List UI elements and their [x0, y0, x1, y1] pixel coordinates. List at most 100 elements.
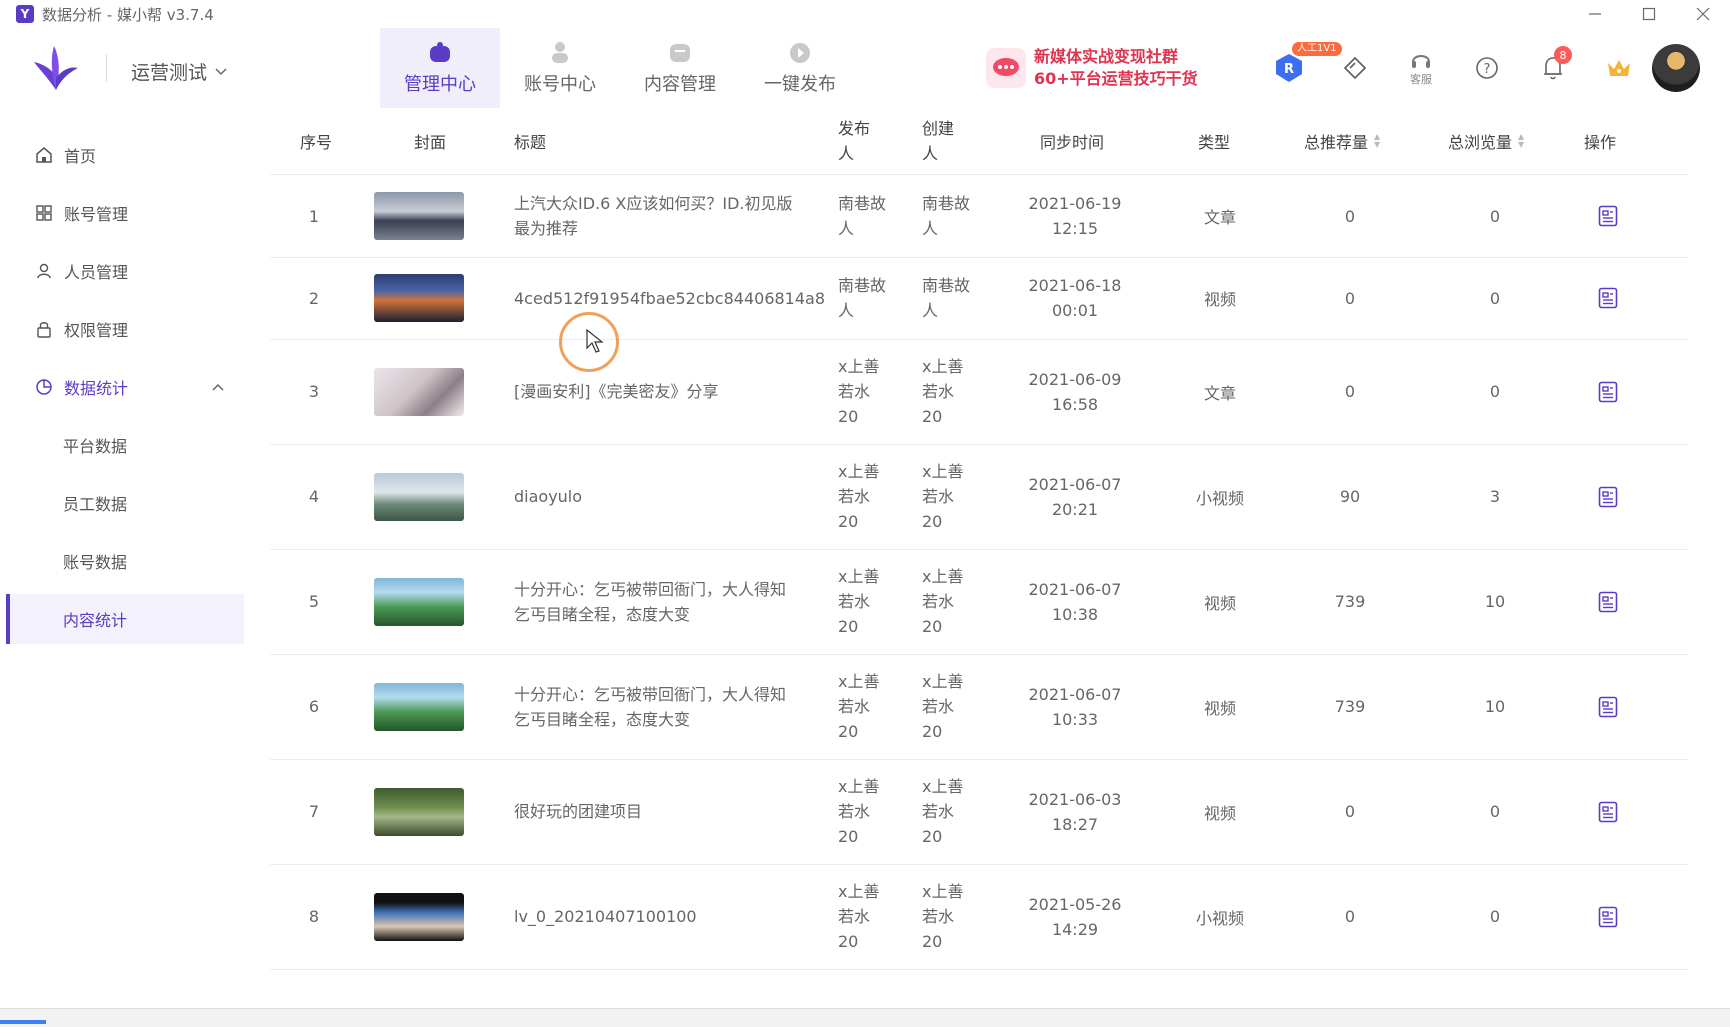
nav-label: 账号中心 [524, 74, 596, 95]
row-sync-clock: 10:33 [1051, 709, 1099, 729]
row-cover[interactable] [374, 654, 464, 759]
row-cover[interactable] [374, 257, 464, 339]
cover-thumbnail[interactable] [374, 892, 464, 941]
row-creator: 南巷故人 [922, 276, 971, 320]
row-action[interactable] [1588, 549, 1628, 654]
row-title[interactable]: 4ced512f91954fbae52cbc84406814a8 [514, 257, 825, 339]
row-title[interactable]: diaoyulo [514, 444, 794, 549]
row-sync-time: 2021-06-09 16:58 [1010, 339, 1140, 444]
diamond-button[interactable] [1322, 44, 1388, 92]
banner-line2: 60+平台运营技巧干货 [1034, 69, 1198, 88]
row-views: 0 [1489, 288, 1501, 308]
row-cover[interactable] [374, 549, 464, 654]
window-titlebar: Y 数据分析 - 媒小帮 v3.7.4 [0, 0, 1730, 28]
nav-management-center[interactable]: 管理中心 [380, 28, 500, 108]
row-sync-time: 2021-05-26 14:29 [1010, 864, 1140, 969]
cover-thumbnail[interactable] [374, 577, 464, 626]
cover-thumbnail[interactable] [374, 367, 464, 416]
row-action[interactable] [1588, 257, 1628, 339]
detail-report-icon[interactable] [1598, 696, 1618, 718]
table-row[interactable]: 2 4ced512f91954fbae52cbc84406814a8 南巷故人 南巷故… [270, 257, 1688, 340]
row-sync-date: 2021-06-19 [1028, 194, 1122, 213]
management-center-icon [430, 42, 450, 62]
notification-badge: 8 [1554, 46, 1572, 64]
row-recommend: 739 [1334, 592, 1366, 611]
col-views[interactable]: 总浏览量 ▲ ▼ [1448, 108, 1524, 174]
promo-banner[interactable]: 新媒体实战变现社群 60+平台运营技巧干货 [986, 46, 1206, 90]
row-cover[interactable] [374, 759, 464, 864]
row-cover[interactable] [374, 175, 464, 257]
sidebar-item-staff[interactable]: 人员管理 [6, 246, 244, 296]
logo-icon[interactable] [30, 42, 82, 94]
table-row[interactable]: 1 上汽大众ID.6 X应该如何买？ID.初见版最为推荐 南巷故人 南巷故人 2021-… [270, 175, 1688, 258]
nav-publish[interactable]: 一键发布 [740, 28, 860, 108]
row-title[interactable]: 上汽大众ID.6 X应该如何买？ID.初见版最为推荐 [514, 175, 794, 257]
row-action[interactable] [1588, 175, 1628, 257]
home-icon [34, 145, 54, 165]
detail-report-icon[interactable] [1598, 486, 1618, 508]
row-title[interactable]: [漫画安利]《完美密友》分享 [514, 339, 794, 444]
row-type: 小视频 [1195, 488, 1244, 508]
nav-content-management[interactable]: 内容管理 [620, 28, 740, 108]
cover-thumbnail[interactable] [374, 274, 464, 322]
table-row[interactable]: 7 很好玩的团建项目 x上善若水20 x上善若水20 2021-06-03 18:27 视频… [270, 759, 1688, 865]
ai-assistant-button[interactable]: R 人工1V1 [1256, 42, 1342, 92]
row-action[interactable] [1588, 339, 1628, 444]
row-title[interactable]: 十分开心：乞丐被带回衙门，大人得知乞丐目睹全程，态度大变 [514, 654, 794, 759]
row-title[interactable]: lv_0_20210407100100 [514, 864, 794, 969]
row-title[interactable]: 很好玩的团建项目 [514, 759, 794, 864]
sidebar-item-statistics[interactable]: 数据统计 [6, 362, 244, 412]
detail-report-icon[interactable] [1598, 906, 1618, 928]
row-type: 视频 [1203, 803, 1236, 823]
detail-report-icon[interactable] [1598, 205, 1618, 227]
cover-thumbnail[interactable] [374, 192, 464, 240]
detail-report-icon[interactable] [1598, 591, 1618, 613]
detail-report-icon[interactable] [1598, 287, 1618, 309]
app-icon: Y [16, 5, 34, 23]
maximize-icon[interactable] [1622, 0, 1676, 28]
cover-thumbnail[interactable] [374, 682, 464, 731]
table-row[interactable]: 6 十分开心：乞丐被带回衙门，大人得知乞丐目睹全程，态度大变 x上善若水20 x上善若… [270, 654, 1688, 760]
table-row[interactable]: 8 lv_0_20210407100100 x上善若水20 x上善若水20 2021-0… [270, 864, 1688, 970]
detail-report-icon[interactable] [1598, 381, 1618, 403]
table-row[interactable]: 3 [漫画安利]《完美密友》分享 x上善若水20 x上善若水20 2021-06-09 1… [270, 339, 1688, 445]
row-publisher: x上善若水20 [838, 357, 880, 426]
table-row[interactable]: 5 十分开心：乞丐被带回衙门，大人得知乞丐目睹全程，态度大变 x上善若水20 x上善若… [270, 549, 1688, 655]
cover-thumbnail[interactable] [374, 787, 464, 836]
row-cover[interactable] [374, 444, 464, 549]
row-cover[interactable] [374, 339, 464, 444]
row-action[interactable] [1588, 444, 1628, 549]
help-button[interactable]: ? [1454, 44, 1520, 92]
avatar[interactable] [1652, 44, 1700, 92]
sort-icon[interactable]: ▲ ▼ [1518, 133, 1524, 149]
cover-thumbnail[interactable] [374, 472, 464, 521]
notification-button[interactable]: 8 [1520, 44, 1586, 92]
minimize-icon[interactable] [1568, 0, 1622, 28]
sidebar-item-permissions[interactable]: 权限管理 [6, 304, 244, 354]
nav-account-center[interactable]: 账号中心 [500, 28, 620, 108]
row-action[interactable] [1588, 654, 1628, 759]
team-select[interactable]: 运营测试 [131, 58, 227, 85]
nav-label: 管理中心 [404, 74, 476, 95]
row-publisher: 南巷故人 [838, 194, 887, 238]
row-action[interactable] [1588, 759, 1628, 864]
sort-icon[interactable]: ▲ ▼ [1374, 133, 1380, 149]
table-row[interactable]: 4 diaoyulo x上善若水20 x上善若水20 2021-06-07 20:21 小视… [270, 444, 1688, 550]
col-publisher: 发布人 [838, 119, 871, 163]
sidebar: 首页 账号管理 人员管理 权限管理 数据统计 平台数据 员工数据 账号数据 内容… [6, 108, 301, 1008]
row-title[interactable]: 十分开心：乞丐被带回衙门，大人得知乞丐目睹全程，态度大变 [514, 549, 794, 654]
close-icon[interactable] [1676, 0, 1730, 28]
customer-service-button[interactable]: 客服 [1388, 44, 1454, 92]
sidebar-item-home[interactable]: 首页 [6, 130, 244, 180]
chart-icon [34, 377, 54, 397]
sidebar-item-accounts[interactable]: 账号管理 [6, 188, 244, 238]
vip-button[interactable] [1586, 44, 1652, 92]
detail-report-icon[interactable] [1598, 801, 1618, 823]
row-index: 8 [308, 907, 320, 926]
row-type: 小视频 [1195, 908, 1244, 928]
publish-icon [790, 43, 810, 63]
col-recommend[interactable]: 总推荐量 ▲ ▼ [1304, 108, 1380, 174]
sidebar-item-label: 数据统计 [64, 379, 129, 398]
row-action[interactable] [1588, 864, 1628, 969]
row-cover[interactable] [374, 864, 464, 969]
